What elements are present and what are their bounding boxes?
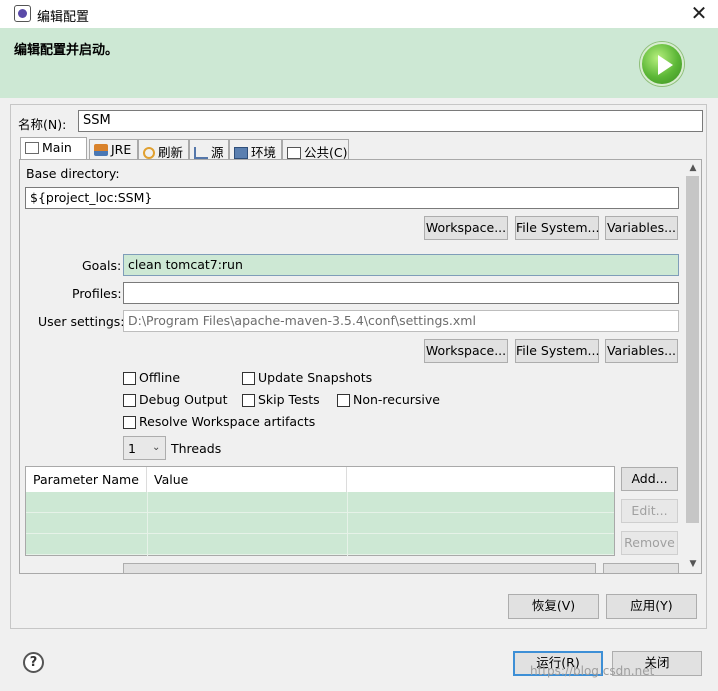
column-separator	[147, 492, 148, 556]
table-row[interactable]	[26, 492, 614, 513]
settings-file-system-button[interactable]: File System...	[515, 339, 599, 363]
tab-common[interactable]: 公共(C)	[282, 139, 349, 160]
update-snapshots-label: Update Snapshots	[258, 370, 373, 385]
goals-input[interactable]: clean tomcat7:run	[123, 254, 679, 276]
tab-common-label: 公共(C)	[304, 145, 348, 160]
offline-checkbox[interactable]	[123, 372, 136, 385]
profiles-input[interactable]	[123, 282, 679, 304]
environment-icon	[234, 147, 248, 159]
banner-title: 编辑配置并启动。	[14, 43, 119, 58]
non-recursive-checkbox[interactable]	[337, 394, 350, 407]
jre-icon	[94, 144, 108, 156]
tab-jre[interactable]: JRE	[89, 139, 138, 159]
help-icon[interactable]: ?	[23, 652, 44, 673]
threads-select[interactable]: 1 ⌄	[123, 436, 166, 460]
base-directory-label: Base directory:	[26, 166, 120, 181]
threads-label: Threads	[171, 441, 222, 456]
column-header-parameter-name[interactable]: Parameter Name	[26, 467, 147, 492]
source-icon	[194, 147, 208, 159]
tab-main[interactable]: Main	[20, 137, 87, 160]
name-input[interactable]: SSM	[78, 110, 703, 132]
resolve-workspace-label: Resolve Workspace artifacts	[139, 414, 316, 429]
debug-output-label: Debug Output	[139, 392, 228, 407]
common-icon	[287, 147, 301, 159]
resolve-workspace-checkbox[interactable]	[123, 416, 136, 429]
tab-source-label: 源	[211, 145, 224, 160]
title-bar	[0, 0, 718, 28]
chevron-down-icon: ⌄	[152, 442, 161, 453]
scrolled-button	[603, 563, 679, 573]
base-directory-input[interactable]: ${project_loc:SSM}	[25, 187, 679, 209]
user-settings-input[interactable]: D:\Program Files\apache-maven-3.5.4\conf…	[123, 310, 679, 332]
offline-label: Offline	[139, 370, 181, 385]
main-tab-icon	[25, 142, 39, 154]
base-variables-button[interactable]: Variables...	[605, 216, 678, 240]
tab-source[interactable]: 源	[189, 139, 229, 160]
window-title: 编辑配置	[37, 10, 90, 25]
table-row[interactable]	[26, 534, 614, 555]
profiles-label: Profiles:	[72, 286, 122, 301]
debug-output-checkbox[interactable]	[123, 394, 136, 407]
user-settings-label: User settings:	[38, 314, 125, 329]
skip-tests-label: Skip Tests	[258, 392, 320, 407]
apply-button[interactable]: 应用(Y)	[606, 594, 697, 619]
scrolled-control	[123, 563, 596, 573]
column-header-value[interactable]: Value	[147, 467, 347, 492]
edit-parameter-button[interactable]: Edit...	[621, 499, 678, 523]
run-icon	[640, 42, 684, 86]
settings-variables-button[interactable]: Variables...	[605, 339, 678, 363]
tab-jre-label: JRE	[111, 142, 132, 157]
refresh-icon	[143, 147, 155, 159]
app-icon	[14, 5, 31, 22]
scroll-up-icon[interactable]: ▲	[685, 160, 701, 176]
tab-refresh-label: 刷新	[158, 145, 184, 160]
table-row[interactable]	[26, 513, 614, 534]
watermark: https://blog.csdn.net	[530, 664, 655, 678]
revert-button[interactable]: 恢复(V)	[508, 594, 599, 619]
settings-workspace-button[interactable]: Workspace...	[424, 339, 508, 363]
add-parameter-button[interactable]: Add...	[621, 467, 678, 491]
tab-environment[interactable]: 环境	[229, 139, 282, 160]
base-file-system-button[interactable]: File System...	[515, 216, 599, 240]
tab-environment-label: 环境	[251, 145, 277, 160]
base-workspace-button[interactable]: Workspace...	[424, 216, 508, 240]
tab-refresh[interactable]: 刷新	[138, 139, 189, 160]
update-snapshots-checkbox[interactable]	[242, 372, 255, 385]
scroll-down-icon[interactable]: ▼	[685, 556, 701, 572]
column-header-empty	[347, 467, 614, 492]
column-separator	[347, 492, 348, 556]
goals-label: Goals:	[82, 258, 122, 273]
close-window-button[interactable]: ✕	[682, 0, 716, 28]
scrollbar-thumb[interactable]	[686, 176, 699, 523]
non-recursive-label: Non-recursive	[353, 392, 440, 407]
name-label: 名称(N):	[18, 117, 67, 132]
skip-tests-checkbox[interactable]	[242, 394, 255, 407]
tab-main-label: Main	[42, 140, 72, 155]
threads-value: 1	[128, 441, 136, 456]
remove-parameter-button[interactable]: Remove	[621, 531, 678, 555]
